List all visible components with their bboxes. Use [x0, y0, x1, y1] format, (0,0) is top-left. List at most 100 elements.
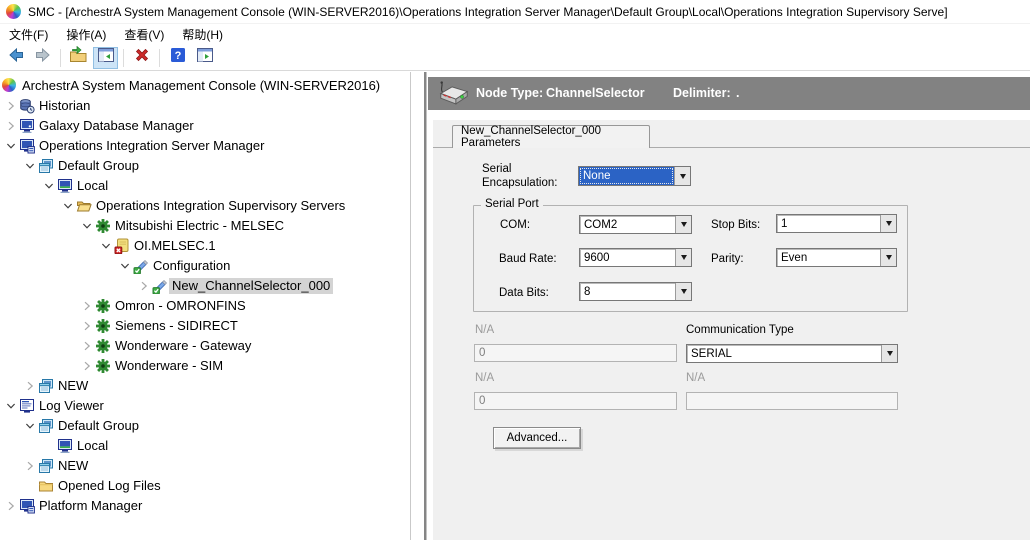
- title-bar: SMC - [ArchestrA System Management Conso…: [0, 0, 1030, 24]
- tree-item[interactable]: NEW: [0, 456, 410, 476]
- chevron-down-icon[interactable]: [24, 160, 36, 172]
- tree-item-label: New_ChannelSelector_000: [169, 278, 333, 294]
- chevron-right-icon[interactable]: [5, 100, 17, 112]
- serial-encapsulation-combo[interactable]: None: [578, 166, 691, 186]
- tree-item[interactable]: Historian: [0, 96, 410, 116]
- delete-button[interactable]: [129, 47, 154, 69]
- dropdown-arrow-icon[interactable]: [675, 283, 691, 300]
- chevron-down-icon[interactable]: [5, 400, 17, 412]
- tree-item-label: ArchestrA System Management Console (WIN…: [19, 78, 383, 94]
- tree-item-label: Log Viewer: [36, 398, 107, 414]
- node-type-value: ChannelSelector: [546, 86, 645, 100]
- forward-button[interactable]: [30, 47, 55, 69]
- tree-item[interactable]: Default Group: [0, 416, 410, 436]
- dropdown-arrow-icon[interactable]: [675, 216, 691, 233]
- tree-item[interactable]: Operations Integration Server Manager: [0, 136, 410, 156]
- tree-item-label: Historian: [36, 98, 93, 114]
- chevron-right-icon[interactable]: [5, 500, 17, 512]
- tree-item[interactable]: Local: [0, 436, 410, 456]
- group-icon: [38, 458, 54, 474]
- tree-item[interactable]: Omron - OMRONFINS: [0, 296, 410, 316]
- chevron-right-icon[interactable]: [81, 300, 93, 312]
- tree-item[interactable]: Configuration: [0, 256, 410, 276]
- tree-item-label: NEW: [55, 378, 91, 394]
- serial-encapsulation-value: None: [579, 167, 674, 185]
- baud-rate-combo[interactable]: 9600: [579, 248, 692, 267]
- chevron-down-icon[interactable]: [5, 140, 17, 152]
- tree-item[interactable]: Wonderware - Gateway: [0, 336, 410, 356]
- export-list-icon: [69, 46, 88, 69]
- menu-action[interactable]: 操作(A): [57, 24, 115, 45]
- forward-icon: [34, 46, 52, 69]
- chevron-right-icon[interactable]: [81, 360, 93, 372]
- data-bits-combo[interactable]: 8: [579, 282, 692, 301]
- tree-item[interactable]: Default Group: [0, 156, 410, 176]
- dropdown-arrow-icon[interactable]: [880, 249, 896, 266]
- tree-item-label: Wonderware - SIM: [112, 358, 226, 374]
- dropdown-arrow-icon[interactable]: [675, 249, 691, 266]
- com-combo[interactable]: COM2: [579, 215, 692, 234]
- chevron-right-icon[interactable]: [138, 280, 150, 292]
- chevron-down-icon[interactable]: [24, 420, 36, 432]
- gear-icon: [95, 338, 111, 354]
- menu-view[interactable]: 查看(V): [115, 24, 173, 45]
- na-label-1: N/A: [475, 324, 494, 336]
- tree-item[interactable]: Log Viewer: [0, 396, 410, 416]
- parity-combo[interactable]: Even: [776, 248, 897, 267]
- monitor-db-icon: [19, 118, 35, 134]
- tree-item[interactable]: ArchestrA System Management Console (WIN…: [0, 76, 410, 96]
- tree-item-label: Local: [74, 178, 111, 194]
- tree-item[interactable]: Mitsubishi Electric - MELSEC: [0, 216, 410, 236]
- dropdown-arrow-icon[interactable]: [674, 167, 690, 185]
- chevron-down-icon[interactable]: [43, 180, 55, 192]
- tree-item[interactable]: NEW: [0, 376, 410, 396]
- data-bits-value: 8: [580, 283, 675, 300]
- show-console-tree-button[interactable]: [93, 47, 118, 69]
- parity-value: Even: [777, 249, 880, 266]
- menu-help[interactable]: 帮助(H): [173, 24, 232, 45]
- chevron-down-icon[interactable]: [100, 240, 112, 252]
- back-button[interactable]: [3, 47, 28, 69]
- tree-item[interactable]: Local: [0, 176, 410, 196]
- dropdown-arrow-icon[interactable]: [880, 215, 896, 232]
- advanced-button[interactable]: Advanced...: [493, 427, 581, 449]
- chevron-right-icon[interactable]: [24, 460, 36, 472]
- stop-bits-label: Stop Bits:: [711, 219, 760, 231]
- tree-item-label: Galaxy Database Manager: [36, 118, 197, 134]
- chevron-right-icon[interactable]: [81, 320, 93, 332]
- archestra-logo-icon: [6, 4, 21, 19]
- tab-parameters[interactable]: New_ChannelSelector_000 Parameters: [452, 125, 650, 148]
- dropdown-arrow-icon[interactable]: [881, 345, 897, 362]
- tree-item-label: NEW: [55, 458, 91, 474]
- menu-file[interactable]: 文件(F): [0, 24, 57, 45]
- tree-item[interactable]: Wonderware - SIM: [0, 356, 410, 376]
- chevron-down-icon[interactable]: [119, 260, 131, 272]
- tree-item[interactable]: Opened Log Files: [0, 476, 410, 496]
- chevron-right-icon[interactable]: [5, 120, 17, 132]
- pane-splitter[interactable]: [424, 72, 427, 540]
- chevron-down-icon[interactable]: [81, 220, 93, 232]
- communication-type-combo[interactable]: SERIAL: [686, 344, 898, 363]
- monitor-server-icon: [19, 498, 35, 514]
- tree-item[interactable]: Operations Integration Supervisory Serve…: [0, 196, 410, 216]
- export-list-button[interactable]: [66, 47, 91, 69]
- tree-item[interactable]: New_ChannelSelector_000: [0, 276, 410, 296]
- folder-closed-icon: [38, 478, 54, 494]
- stop-bits-combo[interactable]: 1: [776, 214, 897, 233]
- chevron-down-icon[interactable]: [62, 200, 74, 212]
- tree-item[interactable]: OI.MELSEC.1: [0, 236, 410, 256]
- serial-port-group: Serial Port COM: COM2 Stop Bits: 1 Baud …: [473, 205, 908, 312]
- tree-item[interactable]: Platform Manager: [0, 496, 410, 516]
- parameters-panel: New_ChannelSelector_000 Parameters Seria…: [433, 120, 1030, 540]
- advanced-button-label: Advanced...: [507, 432, 568, 444]
- tree-item-label: Opened Log Files: [55, 478, 164, 494]
- na-input-3: [686, 392, 898, 410]
- node-type-label: Node Type:: [476, 86, 543, 100]
- chevron-right-icon[interactable]: [24, 380, 36, 392]
- show-properties-button[interactable]: [192, 47, 217, 69]
- chevron-right-icon[interactable]: [81, 340, 93, 352]
- gear-icon: [95, 358, 111, 374]
- tree-item[interactable]: Galaxy Database Manager: [0, 116, 410, 136]
- help-button[interactable]: ?: [165, 47, 190, 69]
- tree-item[interactable]: Siemens - SIDIRECT: [0, 316, 410, 336]
